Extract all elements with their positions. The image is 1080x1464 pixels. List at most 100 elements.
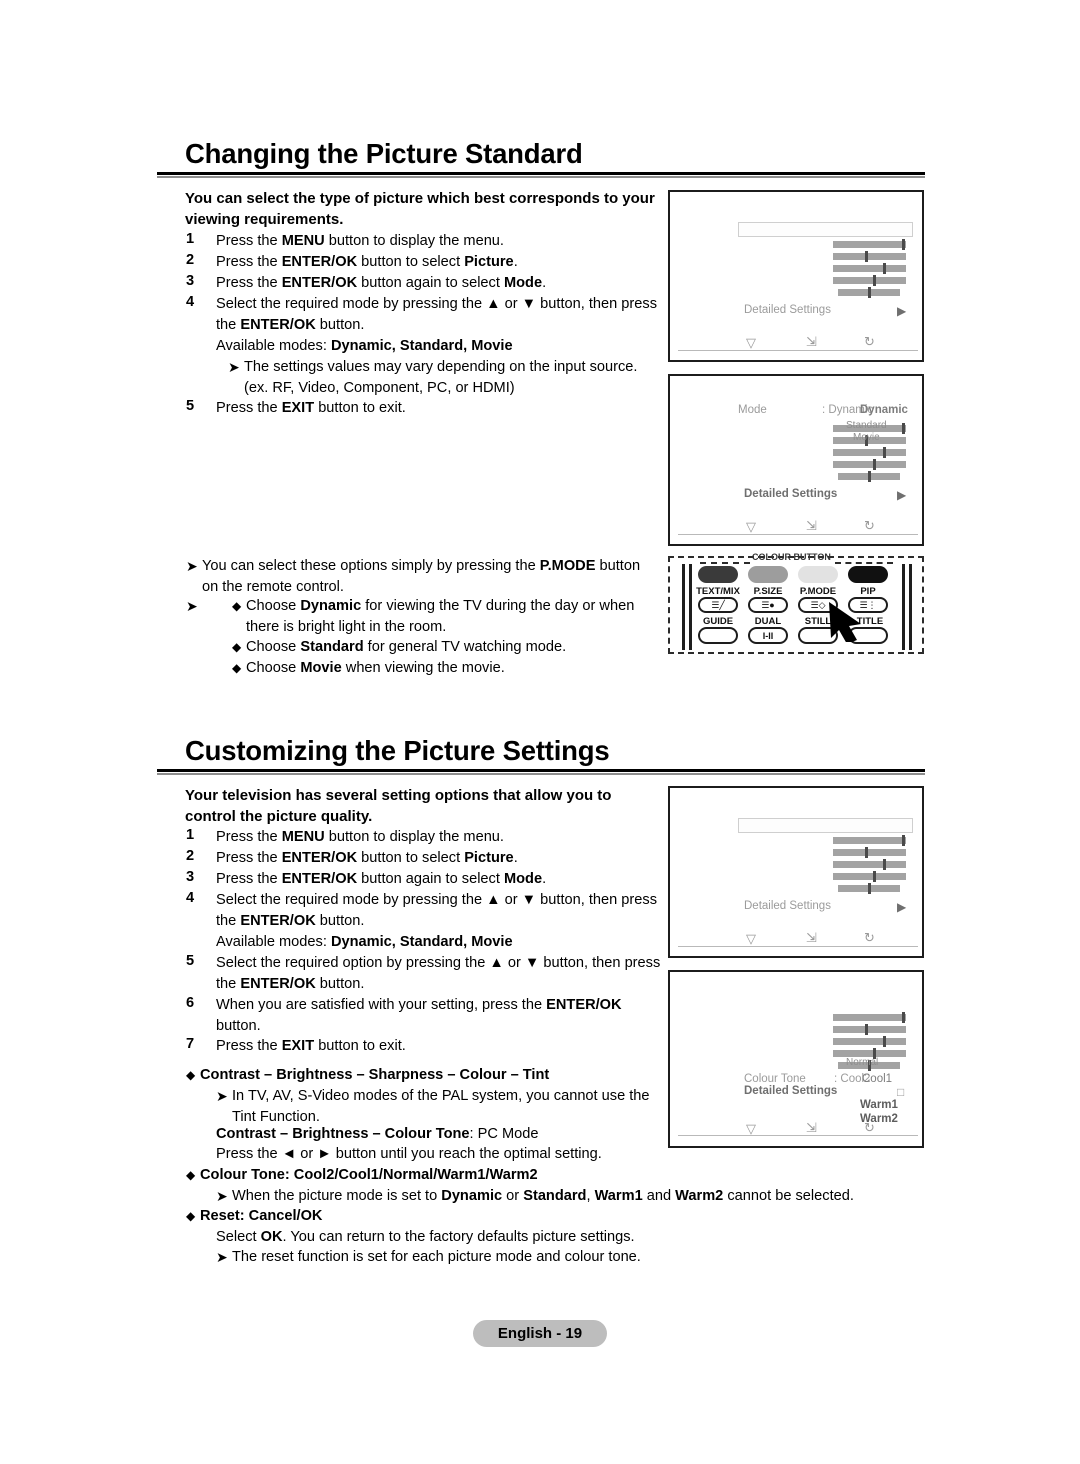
available-modes-value: Dynamic, Standard, Movie [330,338,513,354]
osd-colour-tone-label: Colour Tone [744,1073,806,1085]
osd-slider [833,263,906,274]
osd-colour-tone-overlay-normal: Normal [846,1057,879,1068]
step-number: 2 [186,252,195,268]
diamond-bullet-icon: ◆ [232,599,242,613]
osd-chevron-right-icon: ▶ [897,488,907,502]
remote-left-bar-2 [689,564,692,650]
remote-colour-key-blue[interactable] [848,566,888,583]
step-number: 7 [186,1036,195,1052]
osd-colour-tone-overlay-cool1: Cool1 [862,1073,893,1085]
section-lead-1: You can select the type of picture which… [185,190,655,228]
step-number: 4 [186,294,195,310]
osd-footer-divider [678,946,918,947]
osd-slider [833,459,906,470]
osd-slider [833,1048,906,1059]
osd-mode-overlay-movie: Movie [853,432,880,443]
arrowhead-bullet-icon: ➤ [216,1249,228,1265]
remote-label-dual: DUAL [754,616,782,627]
available-modes-value: Dynamic, Standard, Movie [330,934,513,950]
osd-title-bar [738,222,913,237]
step-text: Press the ENTER/OK button to select Pict… [216,254,518,270]
step-text: Press the EXIT button to exit. [216,1038,406,1054]
osd-slider [833,251,906,262]
step-number: 5 [186,398,195,414]
remote-colour-key-red[interactable] [698,566,738,583]
available-modes-label: Available modes: [216,338,327,354]
osd-detailed-settings-label: Detailed Settings [744,488,838,500]
manual-page: Changing the Picture Standard You can se… [0,0,1080,1464]
osd-move-icon: ▽ [746,519,756,534]
diamond-bullet-icon: ◆ [232,640,242,654]
option-note-tint: ➤ In TV, AV, S-Video modes of the PAL sys… [216,1088,650,1125]
osd-footer-divider [678,1135,918,1136]
osd-return-icon: ↻ [864,930,875,945]
osd-panel-colour-tone: Normal Colour Tone : Cool2 Cool1 Detaile… [668,970,924,1148]
step-number: 4 [186,890,195,906]
pmode-choice-dynamic: ◆ Choose Dynamic for viewing the TV durin… [232,598,635,635]
step-number: 3 [186,869,195,885]
osd-chevron-right-icon: ▶ [897,900,907,914]
page-footer-badge: English - 19 [473,1320,607,1347]
remote-key-guide[interactable] [698,627,738,644]
remote-label-guide: GUIDE [702,616,734,627]
osd-slider [833,1024,906,1035]
osd-mode-overlay-dynamic: Dynamic [860,404,908,416]
option-item-contrast: ◆ Contrast – Brightness – Sharpness – Col… [186,1065,666,1086]
section-title-changing-picture-standard: Changing the Picture Standard [185,138,583,169]
osd-enter-icon: ⇲ [806,334,817,349]
step-number: 1 [186,231,195,247]
osd-title-bar [738,818,913,833]
diamond-bullet-icon: ◆ [186,1068,196,1082]
option-line-optimal-setting: Press the ◄ or ► button until you reach … [216,1146,602,1162]
option-note-reset: ➤ The reset function is set for each pict… [216,1247,736,1269]
section-title-customizing-picture-settings: Customizing the Picture Settings [185,735,610,766]
step-text: Press the ENTER/OK button again to selec… [216,871,547,887]
osd-move-icon: ▽ [746,335,756,350]
osd-slider [833,275,906,286]
option-note-warm-modes: ➤ When the picture mode is set to Dynamic… [216,1186,936,1208]
arrowhead-bullet-icon: ➤ [228,359,240,375]
diamond-bullet-icon: ◆ [186,1168,196,1182]
remote-colour-key-green[interactable] [748,566,788,583]
section-rule-sub [157,176,925,178]
remote-top-dash-right [835,562,893,564]
available-modes-1: Available modes: Dynamic, Standard, Movi… [216,336,668,357]
step-text: Press the EXIT button to exit. [216,400,406,416]
osd-slider [833,1036,906,1047]
option-item-colour-tone: ◆ Colour Tone: Cool2/Cool1/Normal/Warm1/W… [186,1165,666,1186]
osd-footer-divider [678,534,918,535]
osd-mode-overlay-standard: Standard [846,420,887,431]
remote-label-pip: PIP [860,586,876,597]
available-modes-2: Available modes: Dynamic, Standard, Movi… [216,932,668,953]
remote-left-bar [682,564,685,650]
osd-colour-tone-warm1: Warm1 [860,1099,898,1111]
osd-slider [833,1012,906,1023]
diamond-bullet-icon: ◆ [232,661,242,675]
pmode-choice-standard: ◆ Choose Standard for general TV watching… [232,637,660,658]
arrowhead-bullet-icon: ➤ [186,558,198,574]
osd-move-icon: ▽ [746,931,756,946]
remote-right-bar [902,564,905,650]
osd-slider [833,239,906,250]
step-text: Select the required option by pressing t… [216,955,661,992]
pmode-choice-movie: ◆ Choose Movie when viewing the movie. [232,658,660,679]
option-subtitle-pc-mode: Contrast – Brightness – Colour Tone: PC … [216,1126,539,1142]
section-lead-2: Your television has several setting opti… [185,787,612,825]
arrowhead-bullet-icon: ➤ [186,598,198,614]
step-number: 2 [186,848,195,864]
step-text: Press the MENU button to display the men… [216,233,504,249]
osd-move-icon: ▽ [746,1121,756,1136]
step-number: 1 [186,827,195,843]
osd-enter-icon: ⇲ [806,518,817,533]
remote-colour-button-label: COLOUR BUTTON [752,552,831,562]
osd-detailed-settings-label: Detailed Settings [744,900,831,912]
step-text: Press the MENU button to display the men… [216,829,504,845]
osd-panel-mode-select: Mode : Dynamic Dynamic Standard Movie De… [668,374,924,546]
remote-colour-key-yellow[interactable] [798,566,838,583]
available-modes-label: Available modes: [216,934,327,950]
arrowhead-bullet-icon: ➤ [216,1088,228,1104]
section-rule [157,769,925,772]
diamond-bullet-icon: ◆ [186,1209,196,1223]
osd-chevron-right-icon: ▶ [897,304,907,318]
textmix-icon: ☰╱ [711,600,725,610]
